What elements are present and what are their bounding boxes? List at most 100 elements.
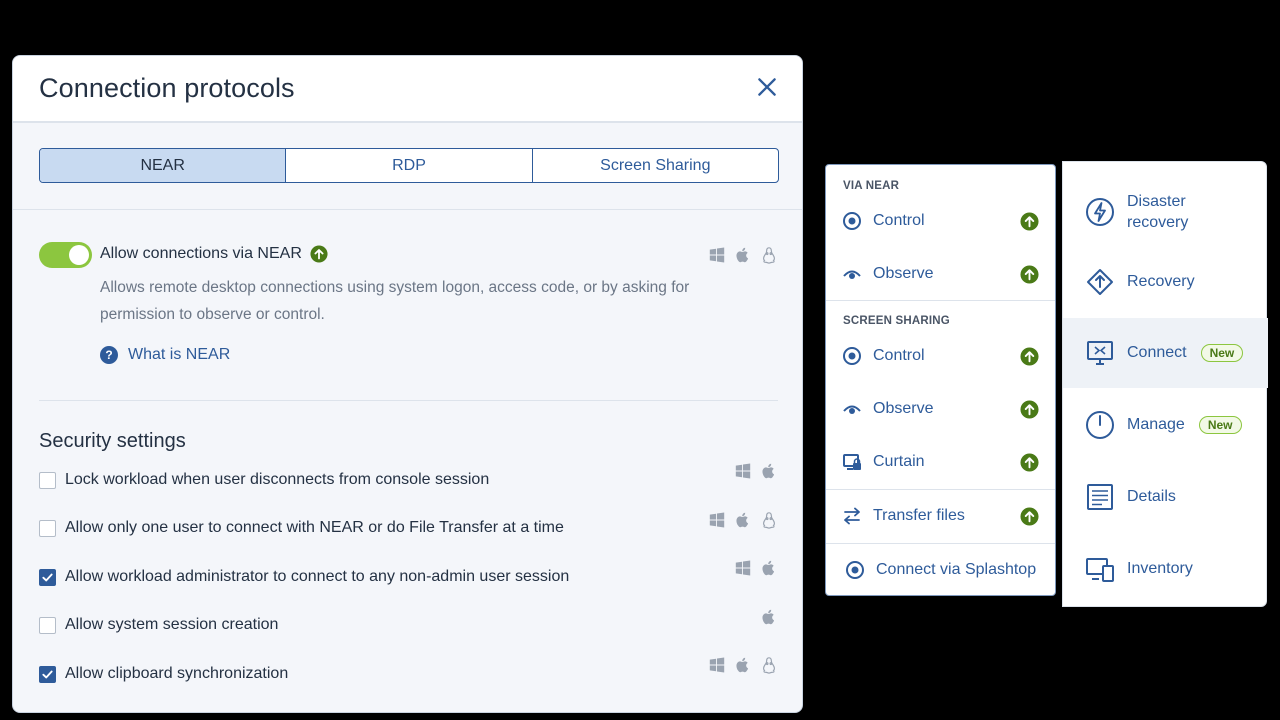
header-divider xyxy=(13,122,802,123)
menu-separator xyxy=(826,489,1055,490)
menu-item-near-observe[interactable]: Observe xyxy=(826,254,1055,294)
checkbox-checked[interactable] xyxy=(39,665,56,683)
near-toggle[interactable] xyxy=(39,242,92,268)
target-icon xyxy=(843,347,861,365)
new-badge: New xyxy=(1198,416,1242,434)
setting-label: Allow clipboard synchronization xyxy=(65,665,289,682)
splashtop-icon xyxy=(846,561,864,579)
menu-item-transfer-files[interactable]: Transfer files xyxy=(826,496,1055,536)
linux-icon xyxy=(763,512,775,529)
apple-icon xyxy=(736,512,749,528)
curtain-lock-icon xyxy=(843,454,861,470)
checkmark-icon xyxy=(42,573,53,581)
menu-item-connect-splashtop[interactable]: Connect via Splashtop xyxy=(826,550,1055,590)
menu-item-label: Observe xyxy=(873,265,934,282)
apple-icon xyxy=(762,463,775,479)
upgrade-arrow-icon xyxy=(1020,506,1039,526)
nav-item-disaster-recovery[interactable]: Disaster recovery xyxy=(1063,184,1268,240)
apple-icon xyxy=(736,657,749,673)
dialog-header: Connection protocols xyxy=(13,56,802,122)
checkbox[interactable] xyxy=(39,616,56,634)
near-toggle-label: Allow connections via NEAR xyxy=(100,245,328,263)
menu-item-label: Control xyxy=(873,212,925,229)
setting-platform-icons xyxy=(734,559,778,577)
setting-system-session: Allow system session creation xyxy=(39,616,278,634)
menu-separator xyxy=(826,300,1055,301)
dialog-title: Connection protocols xyxy=(39,73,295,103)
apple-icon xyxy=(736,247,749,263)
question-icon: ? xyxy=(100,346,118,364)
near-label-text: Allow connections via NEAR xyxy=(100,245,302,262)
setting-one-user-only: Allow only one user to connect with NEAR… xyxy=(39,519,564,537)
windows-icon xyxy=(735,560,751,576)
setting-platform-icons xyxy=(760,608,778,626)
setting-platform-icons xyxy=(708,656,778,674)
apple-icon xyxy=(762,609,775,625)
upgrade-arrow-icon xyxy=(1020,452,1039,472)
transfer-arrows-icon xyxy=(844,507,860,525)
windows-icon xyxy=(709,247,725,263)
upgrade-arrow-icon xyxy=(1020,211,1039,231)
close-icon[interactable] xyxy=(754,74,780,100)
menu-item-near-control[interactable]: Control xyxy=(826,201,1055,241)
menu-item-ss-observe[interactable]: Observe xyxy=(826,389,1055,429)
menu-separator xyxy=(826,543,1055,544)
linux-icon xyxy=(763,657,775,674)
checkbox[interactable] xyxy=(39,471,56,489)
menu-header-via-near: VIA NEAR xyxy=(843,180,900,192)
help-link-text: What is NEAR xyxy=(128,346,231,363)
checkmark-icon xyxy=(42,670,53,678)
tab-near[interactable]: NEAR xyxy=(40,149,287,182)
security-settings-title: Security settings xyxy=(39,430,186,452)
setting-platform-icons xyxy=(708,511,778,529)
nav-label: Manage xyxy=(1127,416,1185,433)
menu-item-label: Observe xyxy=(873,400,934,417)
setting-label: Allow system session creation xyxy=(65,616,279,633)
linux-icon xyxy=(763,247,775,264)
connection-protocols-dialog: Connection protocols NEAR RDP Screen Sha… xyxy=(12,55,803,713)
nav-item-details[interactable]: Details xyxy=(1063,472,1268,522)
tab-screen-sharing[interactable]: Screen Sharing xyxy=(533,149,778,182)
nav-item-connect[interactable]: Connect New xyxy=(1063,318,1268,388)
setting-lock-workload: Lock workload when user disconnects from… xyxy=(39,471,489,489)
toggle-knob xyxy=(69,245,89,265)
connect-dropdown-menu: VIA NEAR Control Observe SCREEN SHARING … xyxy=(825,164,1056,596)
nav-label: Details xyxy=(1127,488,1176,505)
upgrade-arrow-icon xyxy=(1020,264,1039,284)
menu-header-screen-sharing: SCREEN SHARING xyxy=(843,315,950,327)
setting-platform-icons xyxy=(734,462,778,480)
setting-admin-connect: Allow workload administrator to connect … xyxy=(39,568,569,586)
menu-item-label: Control xyxy=(873,347,925,364)
windows-icon xyxy=(735,463,751,479)
nav-label: Disaster recovery xyxy=(1127,193,1189,231)
near-description: Allows remote desktop connections using … xyxy=(100,279,690,323)
checkbox-checked[interactable] xyxy=(39,568,56,586)
target-icon xyxy=(843,212,861,230)
menu-item-label: Curtain xyxy=(873,453,925,470)
checkbox[interactable] xyxy=(39,519,56,537)
windows-icon xyxy=(709,657,725,673)
eye-icon xyxy=(843,270,861,279)
recovery-icon xyxy=(1087,269,1113,295)
setting-clipboard-sync: Allow clipboard synchronization xyxy=(39,665,288,683)
tabs-divider xyxy=(13,209,802,210)
apple-icon xyxy=(762,560,775,576)
menu-item-label: Connect via Splashtop xyxy=(876,561,1037,578)
menu-item-ss-control[interactable]: Control xyxy=(826,336,1055,376)
nav-item-recovery[interactable]: Recovery xyxy=(1063,258,1268,306)
what-is-near-link[interactable]: ? What is NEAR xyxy=(100,346,230,364)
protocol-tabs: NEAR RDP Screen Sharing xyxy=(39,148,779,183)
setting-label: Allow only one user to connect with NEAR… xyxy=(65,519,564,536)
inventory-icon xyxy=(1086,558,1114,582)
new-badge: New xyxy=(1200,344,1244,362)
nav-label: Inventory xyxy=(1127,560,1193,577)
nav-label: Recovery xyxy=(1127,273,1195,290)
power-icon xyxy=(1086,411,1114,439)
setting-label: Lock workload when user disconnects from… xyxy=(65,471,490,488)
tab-rdp[interactable]: RDP xyxy=(286,149,533,182)
nav-item-inventory[interactable]: Inventory xyxy=(1063,544,1268,594)
upgrade-arrow-icon xyxy=(1020,346,1039,366)
menu-item-curtain[interactable]: Curtain xyxy=(826,442,1055,482)
nav-item-manage[interactable]: Manage New xyxy=(1063,400,1268,450)
upgrade-arrow-icon xyxy=(1020,399,1039,419)
